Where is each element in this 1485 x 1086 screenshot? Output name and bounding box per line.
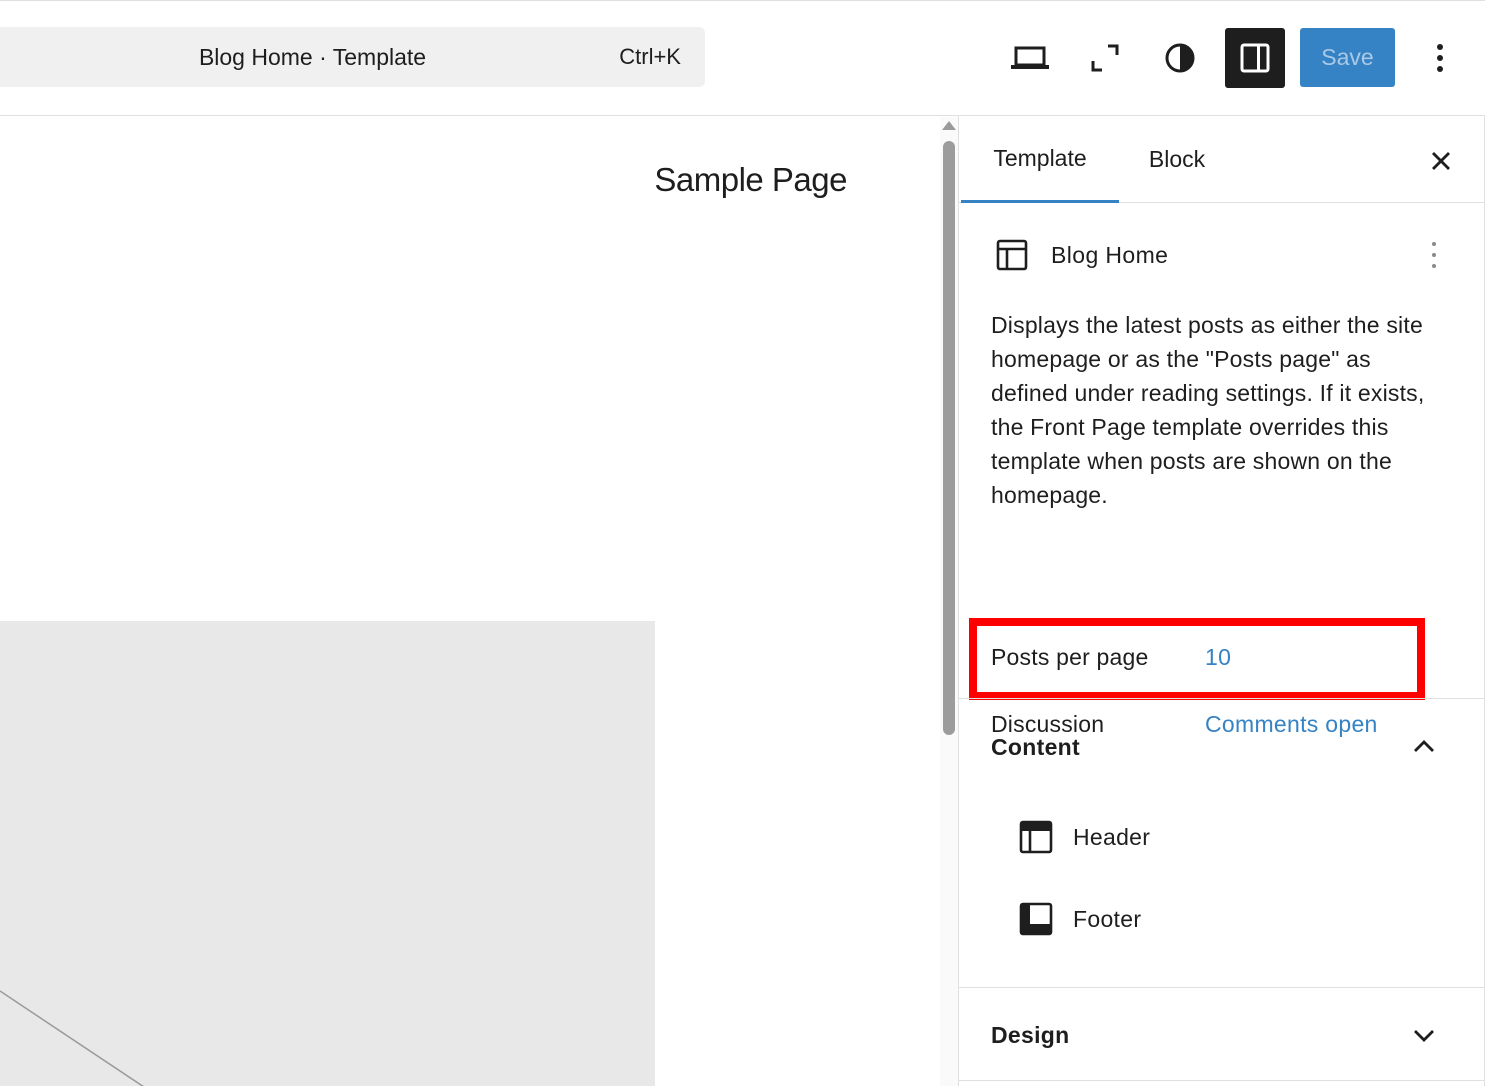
template-part-label: Footer bbox=[1073, 906, 1142, 932]
template-title: Blog Home bbox=[1051, 242, 1169, 268]
save-button[interactable]: Save bbox=[1300, 28, 1395, 87]
expand-icon bbox=[1091, 44, 1119, 72]
close-icon bbox=[1432, 152, 1450, 170]
sidebar-icon bbox=[1240, 43, 1270, 73]
template-description: Displays the latest posts as either the … bbox=[991, 312, 1425, 508]
tab-block[interactable]: Block bbox=[1129, 116, 1225, 203]
content-section-toggle[interactable]: Content bbox=[991, 734, 1461, 774]
nav-link-sample-page[interactable]: Sample Page bbox=[654, 161, 847, 199]
divider bbox=[959, 1080, 1485, 1081]
chevron-down-icon bbox=[1414, 1030, 1434, 1042]
editor-canvas[interactable]: Sample Page bbox=[0, 117, 940, 1086]
design-section-toggle[interactable]: Design bbox=[991, 1022, 1461, 1062]
command-palette-button[interactable]: Blog Home · Template Ctrl+K bbox=[0, 27, 705, 87]
chevron-up-icon bbox=[1414, 740, 1434, 752]
divider bbox=[959, 987, 1485, 988]
keyboard-shortcut: Ctrl+K bbox=[619, 44, 681, 69]
content-section-title: Content bbox=[991, 734, 1080, 760]
template-part-header[interactable]: Header bbox=[1019, 820, 1319, 860]
document-title: Blog Home · Template bbox=[198, 44, 427, 70]
layout-icon bbox=[995, 238, 1029, 277]
device-preview-button[interactable] bbox=[1000, 28, 1060, 88]
top-border bbox=[0, 0, 1485, 1]
editor-header: Blog Home · Template Ctrl+K Save bbox=[0, 0, 1485, 116]
placeholder-diagonal-line bbox=[0, 990, 144, 1086]
tab-template[interactable]: Template bbox=[961, 116, 1119, 203]
options-menu-button[interactable] bbox=[1410, 28, 1470, 88]
settings-sidebar: Template Block Blog Home Displays the la… bbox=[958, 116, 1485, 1086]
more-dot bbox=[1432, 242, 1436, 246]
more-dot bbox=[1432, 253, 1436, 257]
footer-part-icon bbox=[1019, 902, 1053, 936]
scrollbar-thumb[interactable] bbox=[943, 141, 955, 735]
template-actions-button[interactable] bbox=[1421, 238, 1447, 272]
laptop-icon bbox=[1011, 46, 1049, 69]
view-fullscreen-button[interactable] bbox=[1075, 28, 1135, 88]
close-settings-button[interactable] bbox=[1421, 141, 1461, 181]
featured-image-placeholder[interactable] bbox=[0, 621, 655, 1086]
template-part-label: Header bbox=[1073, 824, 1151, 850]
posts-per-page-label: Posts per page bbox=[991, 644, 1149, 670]
header-part-icon bbox=[1019, 820, 1053, 854]
template-part-footer[interactable]: Footer bbox=[1019, 902, 1319, 942]
sidebar-tabs: Template Block bbox=[959, 116, 1485, 203]
scroll-up-arrow-icon[interactable] bbox=[942, 121, 956, 130]
design-section-title: Design bbox=[991, 1022, 1070, 1048]
divider bbox=[959, 698, 1485, 699]
styles-button[interactable] bbox=[1150, 28, 1210, 88]
more-dot bbox=[1432, 264, 1436, 268]
more-vertical-icon bbox=[1437, 44, 1443, 72]
settings-toggle-button[interactable] bbox=[1225, 28, 1285, 88]
posts-per-page-button[interactable]: 10 bbox=[1205, 644, 1231, 671]
posts-per-page-row: Posts per page 10 bbox=[991, 644, 1461, 680]
contrast-icon bbox=[1165, 43, 1195, 73]
canvas-scrollbar[interactable] bbox=[940, 117, 958, 1086]
